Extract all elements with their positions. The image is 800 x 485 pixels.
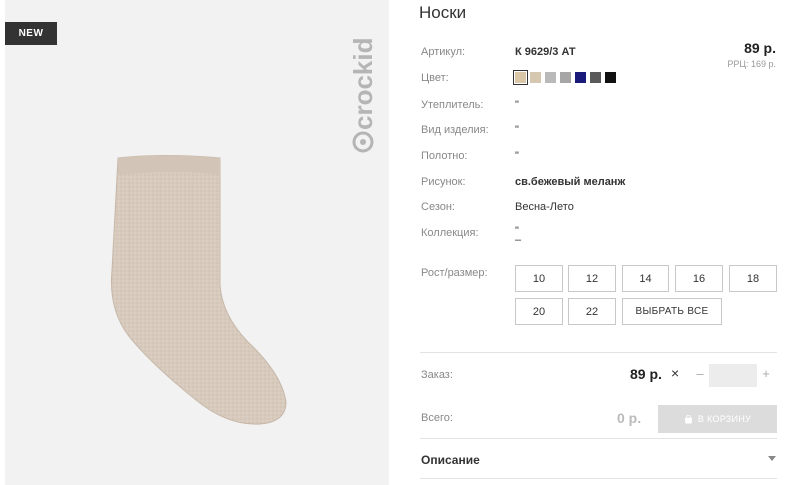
- new-badge: NEW: [5, 22, 57, 45]
- divider: [420, 438, 777, 439]
- fabric-value: ": [515, 150, 519, 162]
- collection-value: " –: [515, 225, 522, 246]
- size-button-10[interactable]: 10: [515, 265, 563, 292]
- divider: [420, 478, 777, 479]
- color-swatch[interactable]: [560, 72, 571, 83]
- size-button-14[interactable]: 14: [622, 265, 669, 292]
- size-button-18[interactable]: 18: [729, 265, 777, 292]
- color-swatch[interactable]: [513, 70, 528, 85]
- insulation-value: ": [515, 99, 519, 111]
- size-button-20[interactable]: 20: [515, 298, 563, 325]
- insulation-label: Утеплитель:: [421, 99, 484, 111]
- season-value: Весна-Лето: [515, 201, 574, 213]
- color-swatch[interactable]: [590, 72, 601, 83]
- brand-logo-text: crockid: [348, 38, 378, 131]
- add-to-cart-button[interactable]: В КОРЗИНУ: [658, 405, 777, 433]
- quantity-input[interactable]: [709, 364, 757, 387]
- times-icon: ×: [671, 365, 680, 381]
- order-label: Заказ:: [421, 369, 453, 381]
- product-title: Носки: [419, 3, 467, 22]
- quantity-decrease-button[interactable]: –: [693, 366, 707, 381]
- article-value: К 9629/3 АТ: [515, 46, 576, 58]
- product-image[interactable]: NEW crockid: [5, 0, 389, 485]
- color-swatch[interactable]: [530, 72, 541, 83]
- shopping-bag-icon: [684, 414, 692, 424]
- size-button-16[interactable]: 16: [675, 265, 723, 292]
- select-all-sizes-button[interactable]: ВЫБРАТЬ ВСЕ: [622, 298, 722, 325]
- total-label: Всего:: [421, 412, 453, 424]
- pattern-label: Рисунок:: [421, 176, 466, 188]
- brand-logo: crockid: [348, 38, 378, 153]
- size-label: Рост/размер:: [421, 267, 488, 279]
- season-label: Сезон:: [421, 201, 455, 213]
- rrp-price: РРЦ: 169 р.: [727, 59, 776, 69]
- quantity-increase-button[interactable]: +: [759, 366, 773, 381]
- color-swatch[interactable]: [575, 72, 586, 83]
- article-label: Артикул:: [421, 46, 466, 58]
- color-label: Цвет:: [421, 72, 449, 84]
- add-to-cart-label: В КОРЗИНУ: [697, 414, 752, 424]
- product-price: 89 р.: [744, 40, 776, 56]
- total-value: 0 р.: [617, 410, 642, 426]
- item-type-value: ": [515, 124, 519, 136]
- item-type-label: Вид изделия:: [421, 124, 489, 136]
- chevron-down-icon[interactable]: [768, 456, 776, 462]
- divider: [420, 352, 777, 353]
- pattern-value: св.бежевый меланж: [515, 176, 626, 188]
- color-swatch[interactable]: [605, 72, 616, 83]
- size-button-12[interactable]: 12: [568, 265, 616, 292]
- sock-picture: [110, 155, 287, 425]
- size-button-22[interactable]: 22: [568, 298, 616, 325]
- fabric-label: Полотно:: [421, 150, 468, 162]
- color-swatches: [513, 70, 616, 85]
- description-toggle[interactable]: Описание: [421, 453, 480, 467]
- color-swatch[interactable]: [545, 72, 556, 83]
- collection-label: Коллекция:: [421, 227, 479, 239]
- order-price: 89 р.: [630, 366, 662, 382]
